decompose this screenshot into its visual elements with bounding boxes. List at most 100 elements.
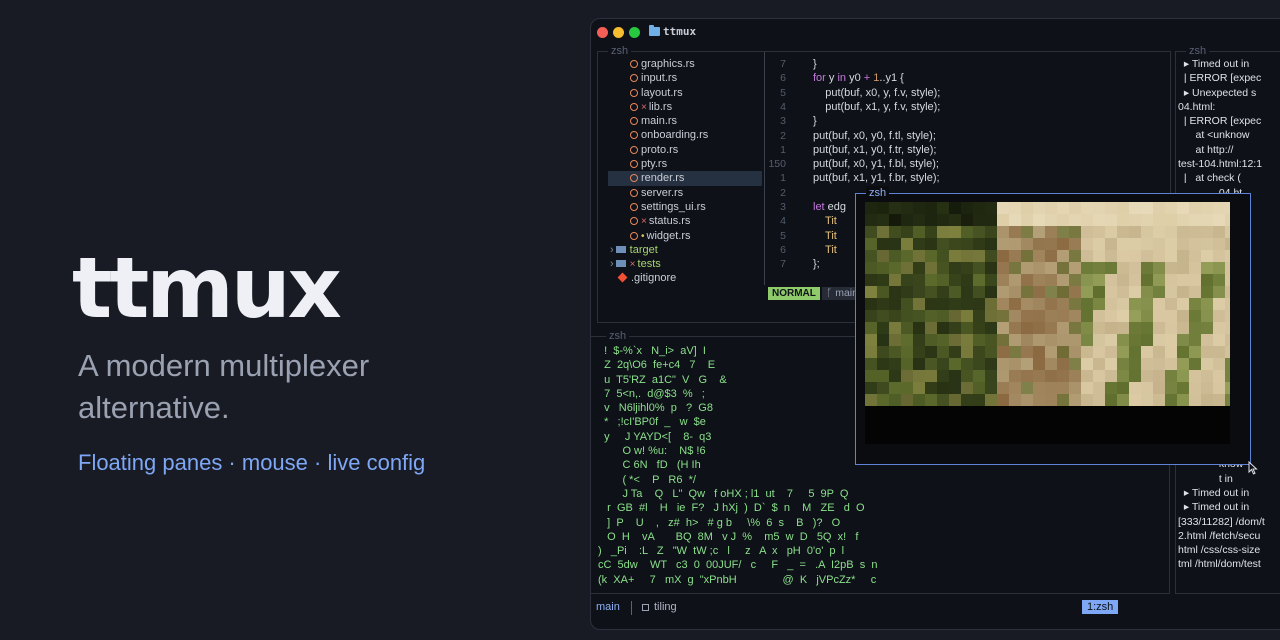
pixel (1081, 358, 1093, 370)
file-tree-item[interactable]: × lib.rs (608, 100, 762, 114)
pixel (1081, 310, 1093, 322)
pixel (865, 334, 877, 346)
pixel (937, 370, 949, 382)
file-tree-item[interactable]: .gitignore (608, 271, 762, 285)
file-tree-item[interactable]: × status.rs (608, 214, 762, 228)
pixel (985, 202, 997, 214)
file-tree-item[interactable]: graphics.rs (608, 57, 762, 71)
pixel (1057, 322, 1069, 334)
matrix-row: ) _Pi :L Z "W tW ;c l z A x pH 0'o' p l (598, 545, 845, 558)
pixel (1189, 358, 1201, 370)
matrix-row: v N6ljihl0% p ? G8 (598, 402, 713, 415)
pixel (865, 286, 877, 298)
pixel (1093, 310, 1105, 322)
pixel (1213, 214, 1225, 226)
window-tab-active[interactable]: 1:zsh (1082, 600, 1119, 614)
file-tree-item[interactable]: settings_ui.rs (608, 200, 762, 214)
pixel (1093, 394, 1105, 406)
file-tree-item[interactable]: proto.rs (608, 143, 762, 157)
pixel (1201, 250, 1213, 262)
pixel (1105, 202, 1117, 214)
pixel (1021, 298, 1033, 310)
rust-file-icon (630, 102, 638, 111)
pixel (1153, 310, 1165, 322)
pixel (997, 346, 1009, 358)
minimize-button[interactable] (613, 27, 624, 38)
pixel (961, 286, 973, 298)
pixel (997, 250, 1009, 262)
rust-file-icon (630, 117, 638, 126)
line-number: 4 (780, 100, 786, 113)
pixel (1069, 298, 1081, 310)
pixel (1021, 370, 1033, 382)
pixel (1129, 274, 1141, 286)
pixel (961, 202, 973, 214)
close-button[interactable] (597, 27, 608, 38)
session-name[interactable]: main (596, 601, 620, 613)
pixel (1105, 250, 1117, 262)
pixel (1021, 322, 1033, 334)
layout-mode[interactable]: tiling (654, 601, 677, 613)
pixel (889, 346, 901, 358)
pixel (949, 214, 961, 226)
pixel (1129, 298, 1141, 310)
pixel (1021, 274, 1033, 286)
log-line: at http:// (1178, 143, 1234, 156)
pixel (961, 226, 973, 238)
pixel (925, 358, 937, 370)
floating-pane[interactable]: zsh (855, 186, 1251, 465)
pixel (877, 310, 889, 322)
matrix-row: y J YAYD<[ 8- q3 (598, 430, 712, 443)
pixel (1093, 274, 1105, 286)
pixel (1225, 238, 1230, 250)
pixel (1177, 394, 1189, 406)
file-tree-item[interactable]: input.rs (608, 71, 762, 85)
pixel (901, 202, 913, 214)
pixel (997, 382, 1009, 394)
pixel (985, 370, 997, 382)
pane-label: zsh (866, 186, 890, 200)
file-tree-item[interactable]: main.rs (608, 114, 762, 128)
file-tree-item[interactable]: • widget.rs (608, 229, 762, 243)
pixel (1045, 382, 1057, 394)
file-tree-item[interactable]: layout.rs (608, 86, 762, 100)
log-line: ▸ Timed out in (1178, 58, 1250, 70)
maximize-button[interactable] (629, 27, 640, 38)
pixel (1105, 322, 1117, 334)
pixel (1045, 274, 1057, 286)
pixel (1057, 214, 1069, 226)
pixel (1045, 298, 1057, 310)
file-name: .gitignore (631, 272, 677, 285)
pixel (1177, 214, 1189, 226)
pixel (889, 322, 901, 334)
pixel (877, 274, 889, 286)
code-line: put(buf, x1, y, f.v, style); (813, 100, 941, 113)
pixel (997, 370, 1009, 382)
pixel (949, 334, 961, 346)
pixel (961, 214, 973, 226)
file-tree-item[interactable]: › × tests (608, 257, 762, 271)
file-tree-item[interactable]: pty.rs (608, 157, 762, 171)
rust-file-icon (630, 217, 638, 226)
file-tree-item[interactable]: onboarding.rs (608, 128, 762, 142)
pixel (1105, 238, 1117, 250)
pixel (1093, 286, 1105, 298)
pixel (901, 346, 913, 358)
pixel (1057, 358, 1069, 370)
pixel (1093, 370, 1105, 382)
pixel (1021, 202, 1033, 214)
code-line: Tit (825, 243, 837, 256)
file-tree-item[interactable]: server.rs (608, 186, 762, 200)
pixel (1201, 394, 1213, 406)
folder-icon (649, 25, 660, 36)
rust-file-icon (630, 202, 638, 211)
chevron-right-icon[interactable]: › (610, 258, 614, 270)
pixel (1021, 382, 1033, 394)
line-number: 1 (780, 143, 786, 156)
pixel (949, 382, 961, 394)
chevron-right-icon[interactable]: › (610, 244, 614, 256)
file-tree-item[interactable]: › target (608, 243, 762, 257)
pixel (1033, 322, 1045, 334)
file-tree-item[interactable]: render.rs (608, 171, 762, 186)
line-number: 4 (780, 215, 786, 228)
